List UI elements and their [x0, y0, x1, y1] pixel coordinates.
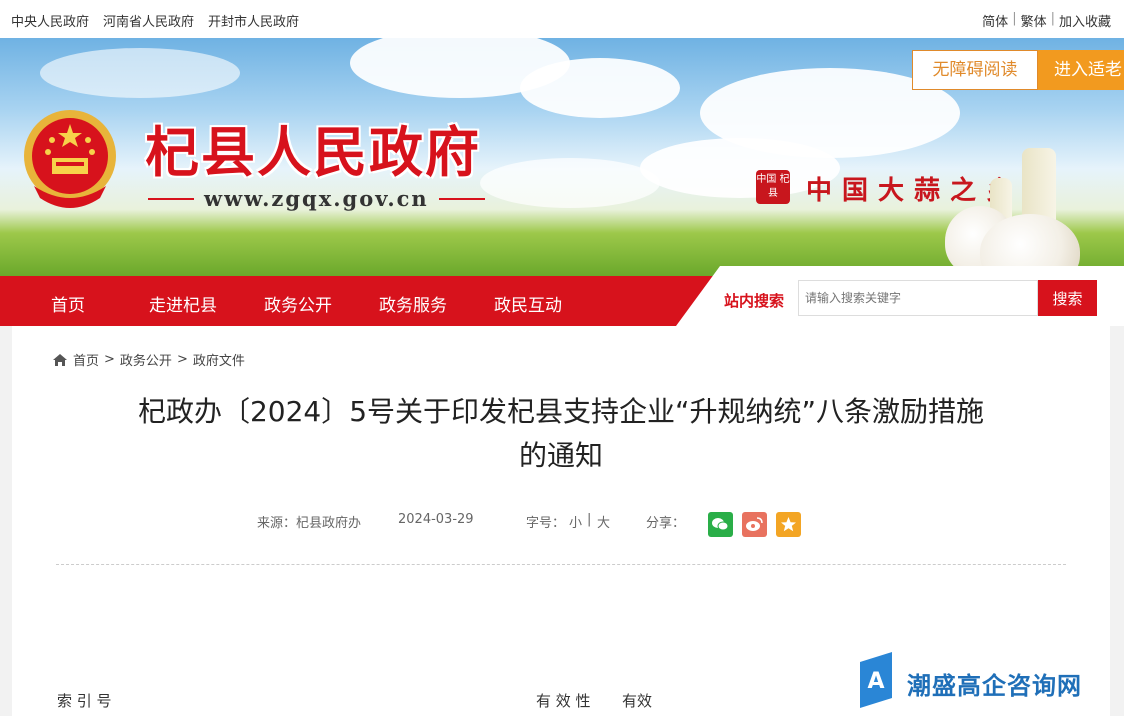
article-container: 首页 > 政务公开 > 政府文件 杞政办〔2024〕5号关于印发杞县支持企业“升… — [12, 326, 1110, 716]
separator: | — [1050, 11, 1055, 26]
font-size-label: 字号： — [526, 516, 566, 531]
site-name: 杞县人民政府 — [145, 120, 481, 184]
font-size-small[interactable]: 小 — [569, 512, 582, 531]
watermark-logo-icon: A — [860, 652, 892, 708]
gov-link-province[interactable]: 河南省人民政府 — [103, 11, 194, 30]
breadcrumb-gov-affairs[interactable]: 政务公开 — [120, 350, 172, 369]
national-emblem-icon — [24, 110, 116, 208]
font-size-large[interactable]: 大 — [597, 512, 610, 531]
divider-line — [148, 197, 194, 200]
validity-value: 有效 — [622, 692, 653, 710]
cloud — [40, 48, 240, 98]
share-label: 分享： — [646, 516, 686, 531]
svg-text:A: A — [867, 669, 884, 694]
site-url: www.zgqx.gov.cn — [204, 186, 429, 211]
nav-item-home[interactable]: 首页 — [51, 291, 85, 316]
divider-line — [438, 197, 485, 200]
search-label: 站内搜索 — [724, 292, 785, 310]
cloud — [480, 158, 660, 208]
breadcrumb: 首页 > 政务公开 > 政府文件 — [52, 350, 245, 369]
simplified-chinese-link[interactable]: 简体 — [982, 11, 1008, 30]
utility-links: 简体 | 繁体 | 加入收藏 — [982, 11, 1111, 30]
cloud — [520, 58, 680, 118]
breadcrumb-gov-docs[interactable]: 政府文件 — [193, 350, 245, 369]
traditional-chinese-link[interactable]: 繁体 — [1021, 11, 1047, 30]
search-input[interactable] — [798, 280, 1038, 316]
add-favorite-link[interactable]: 加入收藏 — [1059, 11, 1111, 30]
wechat-share-icon[interactable] — [708, 512, 733, 537]
gov-link-city[interactable]: 开封市人民政府 — [208, 11, 299, 30]
site-url-row: www.zgqx.gov.cn — [148, 186, 485, 211]
weibo-share-icon[interactable] — [742, 512, 767, 537]
article-source: 来源：杞县政府办 — [257, 516, 362, 531]
font-size-separator: | — [587, 512, 592, 527]
accessibility-button[interactable]: 无障碍阅读 — [912, 50, 1038, 90]
elderly-mode-button[interactable]: 进入适老 — [1038, 50, 1124, 90]
index-number-label: 索 引 号 — [57, 692, 112, 710]
seal-stamp: 中国 杞县 — [756, 170, 790, 204]
header-banner: 杞县人民政府 www.zgqx.gov.cn 中国 杞县 中国大蒜之乡 无障碍阅… — [0, 38, 1124, 276]
article-date: 2024-03-29 — [398, 512, 474, 527]
breadcrumb-separator: > — [104, 352, 115, 367]
article-title-line: 杞政办〔2024〕5号关于印发杞县支持企业“升规纳统”八条激励措施 — [137, 395, 985, 428]
gov-links: 中央人民政府 河南省人民政府 开封市人民政府 — [11, 11, 299, 30]
nav-item-services[interactable]: 政务服务 — [379, 291, 447, 316]
article-title-line: 的通知 — [518, 439, 603, 472]
gov-link-central[interactable]: 中央人民政府 — [11, 11, 89, 30]
top-bar: 中央人民政府 河南省人民政府 开封市人民政府 简体 | 繁体 | 加入收藏 — [0, 0, 1124, 38]
separator: | — [1012, 11, 1017, 26]
article-title: 杞政办〔2024〕5号关于印发杞县支持企业“升规纳统”八条激励措施 的通知 — [42, 390, 1080, 478]
favorite-share-icon[interactable] — [776, 512, 801, 537]
watermark-text: 潮盛高企咨询网 — [907, 671, 1082, 700]
home-icon — [53, 353, 67, 366]
search-button[interactable]: 搜索 — [1038, 280, 1097, 316]
validity-label: 有 效 性 — [536, 692, 591, 710]
breadcrumb-home[interactable]: 首页 — [73, 350, 99, 369]
nav-item-interaction[interactable]: 政民互动 — [494, 291, 562, 316]
nav-item-gov-affairs[interactable]: 政务公开 — [264, 291, 332, 316]
nav-item-about[interactable]: 走进杞县 — [149, 291, 217, 316]
meta-divider — [56, 564, 1066, 565]
breadcrumb-separator: > — [176, 352, 188, 367]
